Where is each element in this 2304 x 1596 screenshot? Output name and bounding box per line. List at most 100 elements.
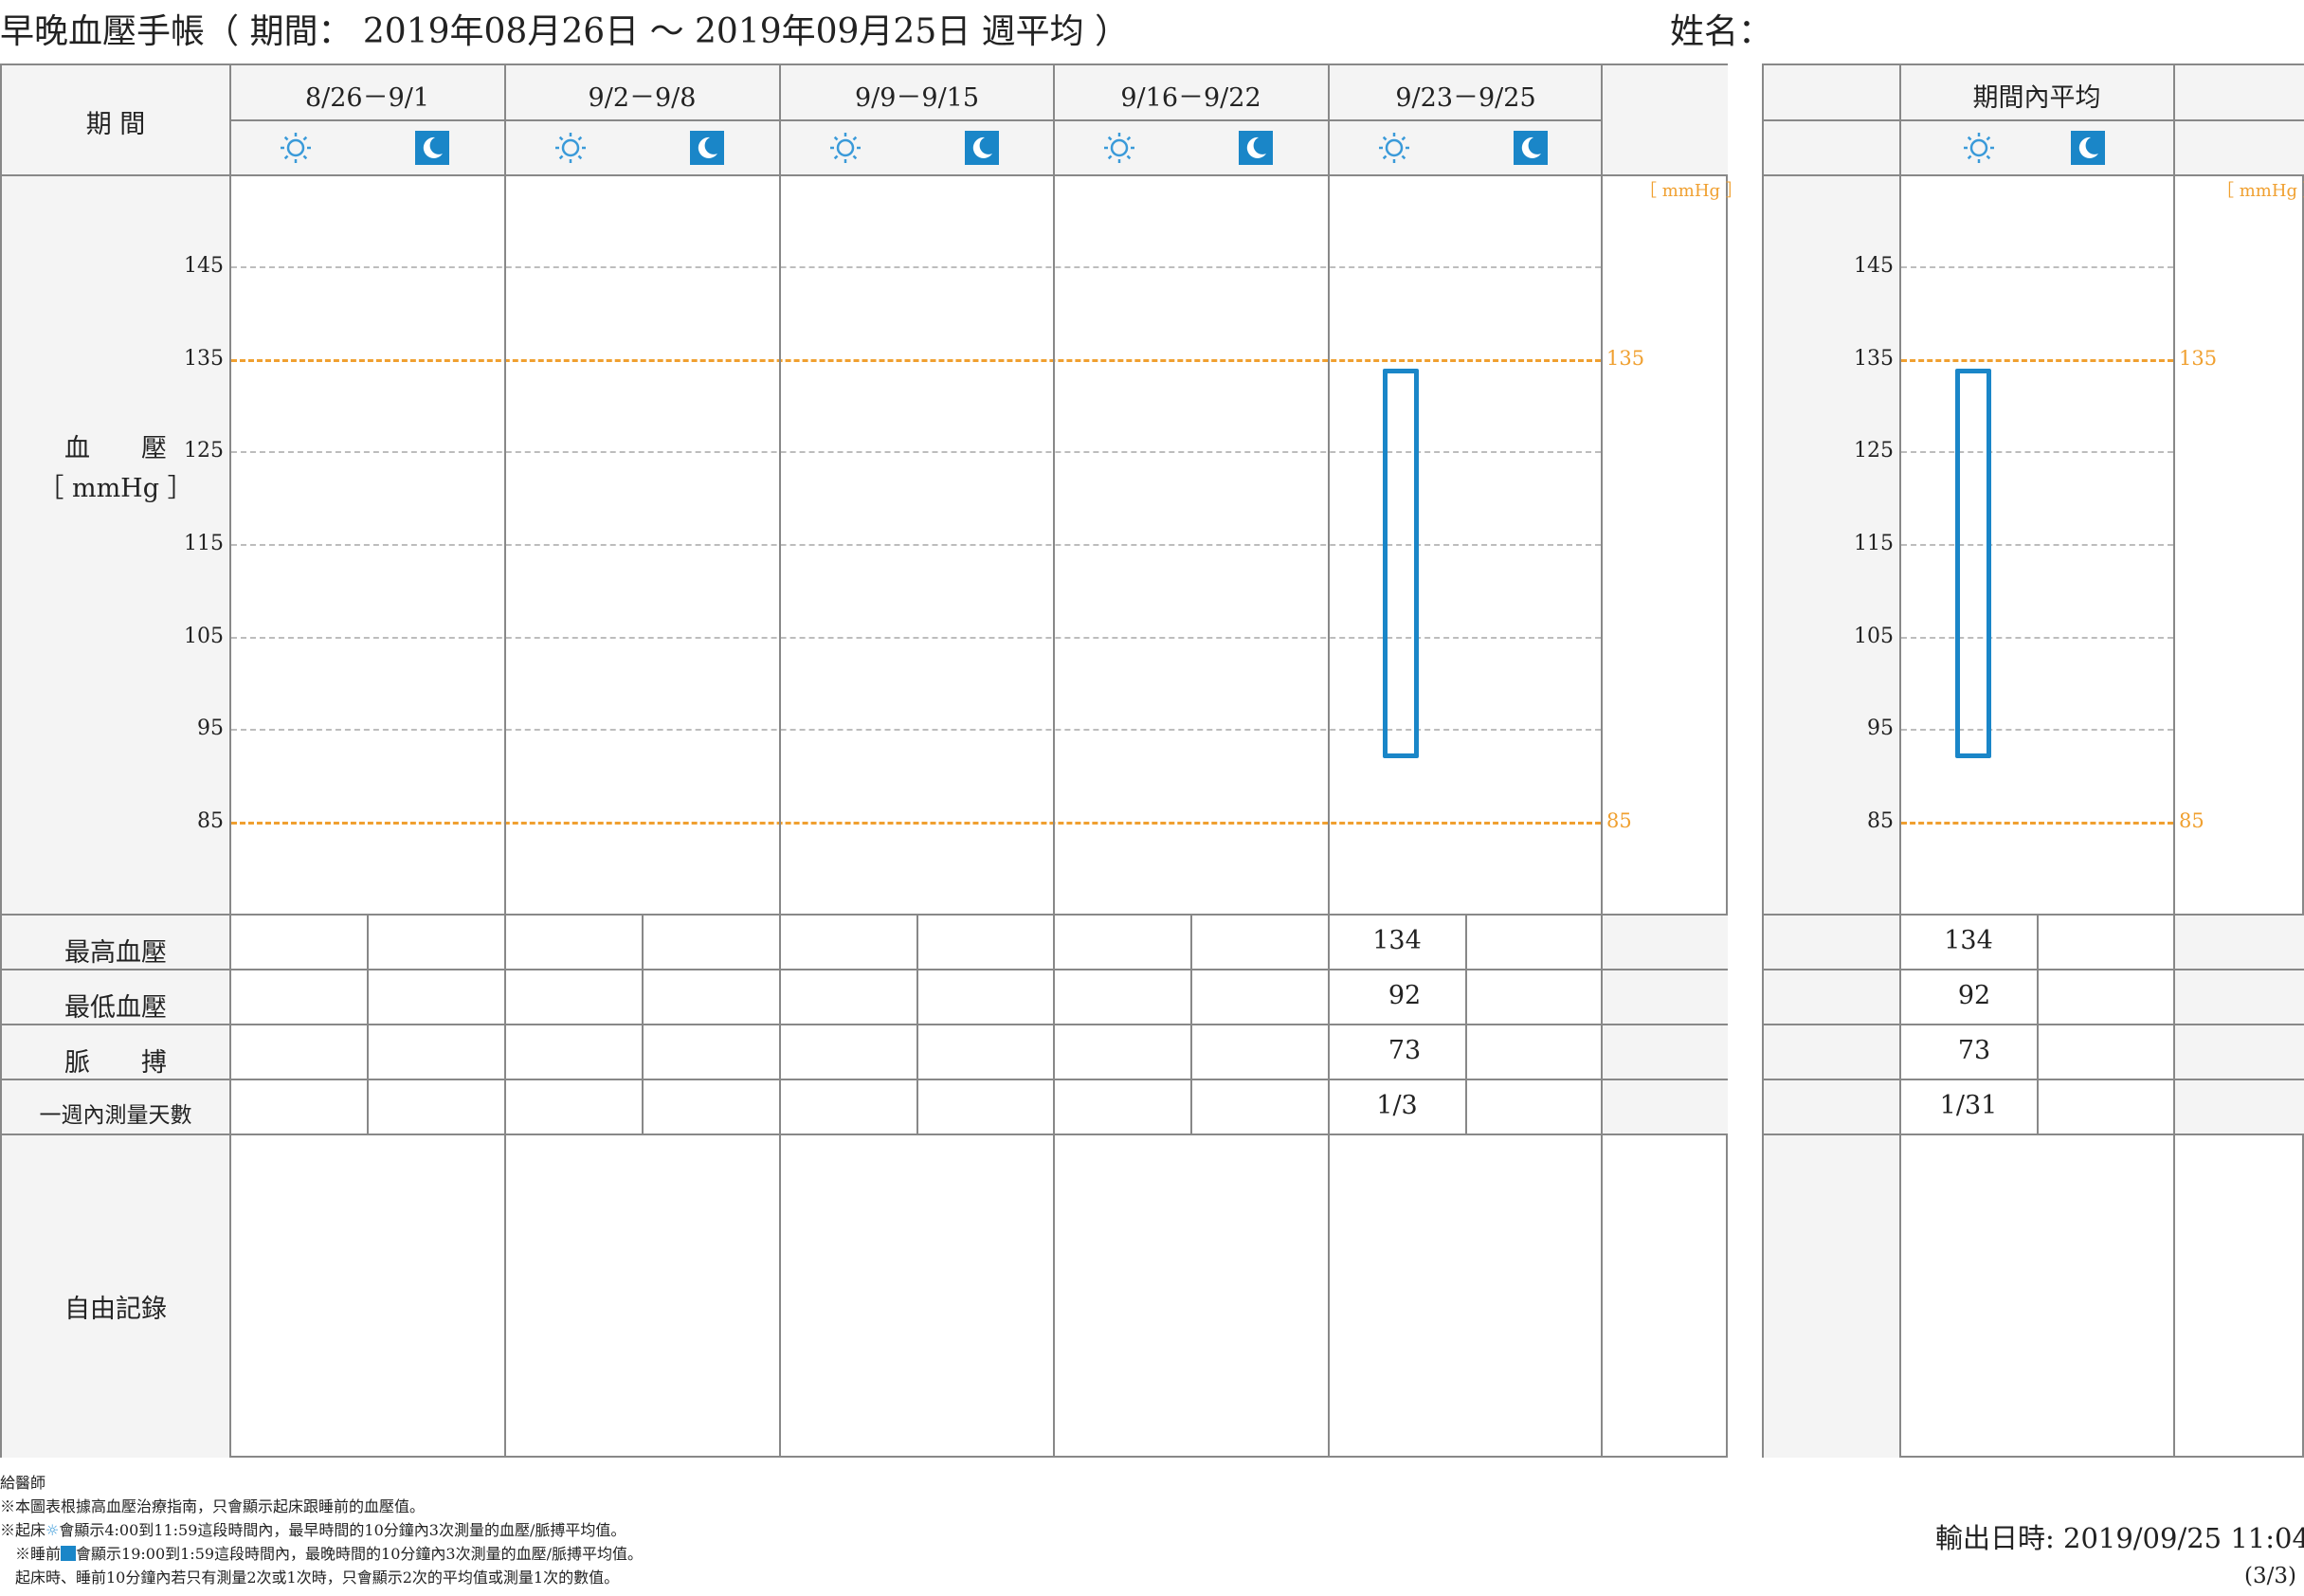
- moon-icon: [415, 131, 449, 165]
- week5-pulse: 73: [1388, 1036, 1422, 1065]
- week-header-4: 9/16－9/22: [1120, 83, 1261, 113]
- sub-column-divider: [1190, 916, 1192, 1135]
- week5-days: 1/3: [1376, 1091, 1418, 1120]
- header-row-divider: [229, 119, 1601, 121]
- reference-line-135: [1901, 358, 2173, 362]
- row-divider: [1764, 914, 2304, 916]
- y-tick-label: 135: [1854, 346, 1894, 371]
- y-tick-label: 135: [184, 346, 224, 371]
- row-divider: [2, 1024, 1728, 1025]
- moon-icon: [2071, 131, 2105, 165]
- period-average-title: 期間內平均: [1972, 83, 2101, 113]
- memo-label: 自由記錄: [64, 1295, 167, 1324]
- days-label: 一週內測量天數: [39, 1103, 192, 1128]
- row-divider: [1764, 1079, 2304, 1080]
- moon-icon: [965, 131, 999, 165]
- column-divider: [1328, 65, 1330, 1458]
- reference-line-85: [231, 822, 1601, 825]
- column-divider: [1601, 65, 1603, 1458]
- systolic-label: 最高血壓: [64, 938, 167, 968]
- avg-systolic: 134: [1944, 926, 1993, 955]
- bp-axis-unit: ［ mmHg ］: [38, 474, 193, 503]
- y-tick-label: 85: [197, 809, 224, 833]
- reference-label-135: 135: [2179, 346, 2218, 370]
- grid-line-95: [1901, 729, 2173, 732]
- weekly-table: 期 間 8/26－9/1 9/2－9/8 9/9－9/15 9/16－9/22 …: [0, 63, 1743, 1458]
- reference-label-85: 85: [1606, 809, 1632, 832]
- grid-line-145: [1901, 266, 2173, 268]
- sub-column-divider: [367, 916, 369, 1135]
- week-header-5: 9/23－9/25: [1395, 83, 1536, 113]
- row-divider: [2, 914, 1728, 916]
- page-title: 早晚血壓手帳（ 期間： 2019年08月26日 ～ 2019年09月25日 週平…: [0, 12, 1130, 51]
- row-divider: [1764, 969, 2304, 970]
- week-header-2: 9/2－9/8: [588, 83, 697, 113]
- row-divider: [2, 174, 1728, 176]
- y-tick-label: 105: [1854, 624, 1894, 648]
- moon-icon: [1514, 131, 1548, 165]
- note-4: 起床時、睡前10分鐘內若只有測量2次或1次時，只會顯示2次的平均值或測量1次的數…: [15, 1569, 620, 1587]
- y-tick-label: 105: [184, 624, 224, 648]
- output-timestamp: 輸出日時: 2019/09/25 11:04: [1935, 1522, 2304, 1554]
- bp-axis-label: 血 壓: [64, 434, 167, 463]
- sub-column-divider: [642, 916, 644, 1135]
- grid-line-115: [1901, 544, 2173, 546]
- unit-label: ［ mmHg ］: [1640, 181, 1743, 201]
- pulse-label: 脈 搏: [64, 1048, 167, 1078]
- column-divider: [229, 65, 231, 1458]
- reference-line-135: [231, 358, 1601, 362]
- note-2: ※起床☼會顯示4:00到11:59這段時間內，最早時間的10分鐘內3次測量的血壓…: [0, 1521, 626, 1539]
- extra-column-band: [1601, 916, 1728, 1135]
- column-divider: [779, 65, 781, 1458]
- sun-icon: [553, 131, 588, 165]
- week-header-3: 9/9－9/15: [854, 83, 980, 113]
- row-divider: [2, 1079, 1728, 1080]
- grid-line-145: [231, 266, 1601, 268]
- y-tick-label: 95: [197, 716, 224, 741]
- column-divider: [504, 65, 506, 1458]
- bp-range-bar: [1955, 369, 1991, 758]
- y-tick-label: 85: [1867, 809, 1894, 833]
- footer-notes: 給醫師 ※本圖表根據高血壓治療指南，只會顯示起床跟睡前的血壓值。 ※起床☼會顯示…: [0, 1471, 643, 1589]
- row-divider: [1764, 1024, 2304, 1025]
- row-divider: [1764, 174, 2304, 176]
- y-tick-label: 115: [184, 532, 224, 555]
- reference-label-135: 135: [1606, 346, 1645, 370]
- moon-icon: [690, 131, 724, 165]
- diastolic-label: 最低血壓: [64, 993, 167, 1023]
- bp-range-bar: [1383, 369, 1419, 758]
- row-divider: [2, 1134, 1728, 1135]
- note-3: ※睡前 會顯示19:00到1:59這段時間內，最晚時間的10分鐘內3次測量的血壓/…: [15, 1545, 643, 1563]
- column-divider: [1053, 65, 1055, 1458]
- week-header-1: 8/26－9/1: [304, 83, 430, 113]
- sun-icon: [1962, 131, 1996, 165]
- header-row-divider: [1764, 119, 2304, 121]
- grid-line-105: [1901, 636, 2173, 639]
- sub-column-divider: [1465, 916, 1467, 1135]
- y-tick-label: 95: [1867, 716, 1894, 741]
- y-tick-label: 115: [1854, 532, 1894, 555]
- y-tick-label: 145: [1854, 254, 1894, 278]
- avg-pulse: 73: [1957, 1036, 1991, 1065]
- sun-icon: ☼: [45, 1521, 60, 1539]
- week5-systolic: 134: [1372, 926, 1422, 955]
- sub-column-divider: [2037, 916, 2039, 1135]
- note-1: ※本圖表根據高血壓治療指南，只會顯示起床跟睡前的血壓值。: [0, 1497, 426, 1515]
- y-tick-label: 145: [184, 254, 224, 278]
- period-average-table: 期間內平均 145135125115105958513585 ［ mmHg ］ …: [1762, 63, 2304, 1458]
- column-divider: [1899, 65, 1901, 1458]
- week5-diastolic: 92: [1388, 981, 1422, 1010]
- patient-name-label: 姓名：: [1670, 12, 1773, 51]
- sun-icon: [828, 131, 862, 165]
- note-heading: 給醫師: [0, 1474, 46, 1492]
- right-extra-band: [2173, 916, 2304, 1135]
- sub-column-divider: [916, 916, 918, 1135]
- row-divider: [2, 969, 1728, 970]
- moon-icon: [1239, 131, 1273, 165]
- y-tick-label: 125: [1854, 439, 1894, 463]
- moon-icon: [61, 1546, 77, 1561]
- reference-line-85: [1901, 822, 2173, 825]
- page-number: (3/3): [2244, 1564, 2296, 1588]
- row-divider: [1764, 1134, 2304, 1135]
- sun-icon: [279, 131, 313, 165]
